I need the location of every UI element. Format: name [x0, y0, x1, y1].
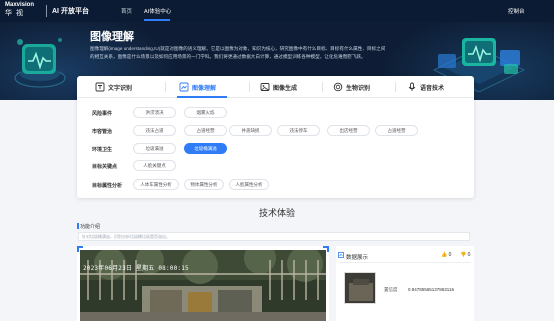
data-display-icon: [338, 252, 344, 258]
camera-image[interactable]: [80, 250, 326, 321]
like-button[interactable]: 👍 0: [441, 252, 451, 258]
option-chip[interactable]: 井盖缺损: [229, 125, 272, 136]
function-intro-label: 功能介绍: [80, 224, 101, 230]
tab-speech[interactable]: 语音技术: [407, 76, 444, 98]
option-chip[interactable]: 违法占道: [133, 125, 176, 136]
option-chip[interactable]: 人脸属性分析: [229, 179, 269, 190]
image-understanding-icon: [179, 82, 189, 92]
category-label-attribute: 目标属性分析: [92, 183, 123, 189]
result-thumbnail: [344, 272, 376, 304]
hero-description: 图像理解(image understanding,IU)就是对图像的语义理解。它…: [90, 46, 386, 59]
confidence-value: 0.94785565137863116: [408, 287, 454, 292]
tab-image-generation[interactable]: 图像生成: [260, 76, 297, 98]
tab-divider: [165, 82, 166, 92]
scene-illustration: [80, 250, 326, 321]
option-chip[interactable]: 出店经营: [327, 125, 370, 136]
maxvision-logo[interactable]: Maxvision 华 视: [5, 2, 41, 20]
platform-name: AI 开放平台: [52, 8, 89, 15]
function-marker: [77, 223, 79, 229]
option-chip[interactable]: 人脸关键点: [133, 160, 176, 171]
result-title: 数据展示: [346, 255, 369, 261]
thumbs-up-icon: 👍: [441, 252, 448, 258]
option-chip[interactable]: 垃圾满溢: [133, 143, 176, 154]
function-description: 针对垃圾桶满溢，识别分析垃圾桶垃圾是否溢出。: [78, 232, 470, 241]
section-title: 技术体验: [258, 208, 295, 218]
thumbnail-image: [345, 273, 375, 303]
logo-brand-text: Maxvision: [5, 2, 35, 8]
tab-divider: [395, 82, 396, 92]
capability-tabs: 文字识别 图像理解 图像生成 生物识别 语音技术: [77, 76, 474, 98]
category-label-keypoint: 目标关键点: [92, 164, 118, 170]
frame-corner: [77, 246, 83, 252]
biometric-icon: [333, 82, 343, 92]
category-label-environment: 环境卫生: [92, 147, 113, 153]
image-timestamp: 2023年06月23日 星期五 08:00:15: [83, 265, 189, 272]
top-nav-bar: Maxvision 华 视 AI 开放平台 首页 AI体验中心 控制台: [0, 0, 554, 22]
image-generation-icon: [260, 83, 270, 91]
speech-icon: [408, 82, 416, 91]
tab-biometric[interactable]: 生物识别: [333, 76, 370, 98]
option-chip[interactable]: 占道经营: [184, 125, 227, 136]
hero-title: 图像理解: [90, 31, 134, 43]
nav-item-home[interactable]: 首页: [121, 7, 132, 15]
option-chip[interactable]: 烟雾火焰: [184, 107, 227, 118]
tab-label: 生物识别: [346, 85, 371, 92]
tab-text-recognition[interactable]: 文字识别: [95, 76, 132, 98]
active-tab-indicator: [177, 96, 227, 98]
thumbs-down-icon: 👎: [460, 252, 467, 258]
nav-active-indicator: [144, 19, 170, 21]
tab-label: 语音技术: [420, 85, 445, 92]
category-label-risk: 风险事件: [92, 111, 113, 117]
hero-left-illustration-icon: [14, 38, 66, 88]
option-chip[interactable]: 物体属性分析: [184, 179, 224, 190]
tab-label: 图像理解: [192, 85, 217, 92]
text-recognition-icon: [95, 82, 105, 92]
category-label-city: 市容管治: [92, 129, 113, 135]
logo-divider: [46, 5, 47, 17]
tab-divider: [322, 82, 323, 92]
option-chip[interactable]: 人体车属性分析: [133, 179, 179, 190]
dislike-count: 0: [467, 252, 471, 258]
capability-card: 文字识别 图像理解 图像生成 生物识别 语音技术 风险事件 洪涝溃决 烟雾火焰 …: [77, 76, 474, 198]
tab-image-understanding[interactable]: 图像理解: [179, 76, 216, 98]
like-count: 0: [448, 252, 452, 258]
tab-label: 图像生成: [273, 85, 298, 92]
dislike-button[interactable]: 👎 0: [460, 252, 470, 258]
confidence-label: 置信度: [384, 287, 398, 292]
tab-divider: [249, 82, 250, 92]
logo-cn-text: 华 视: [5, 10, 24, 17]
option-chip[interactable]: 占道经营: [375, 125, 418, 136]
option-chip[interactable]: 违法停车: [277, 125, 320, 136]
option-chip[interactable]: 洪涝溃决: [133, 107, 176, 118]
frame-corner: [323, 246, 329, 252]
console-link[interactable]: 控制台: [508, 7, 525, 15]
result-divider: [339, 262, 471, 263]
option-chip-selected[interactable]: 垃圾桶满溢: [184, 143, 227, 154]
nav-item-ai-center[interactable]: AI体验中心: [144, 7, 171, 15]
image-preview-panel: [77, 246, 329, 321]
tab-label: 文字识别: [108, 85, 133, 92]
